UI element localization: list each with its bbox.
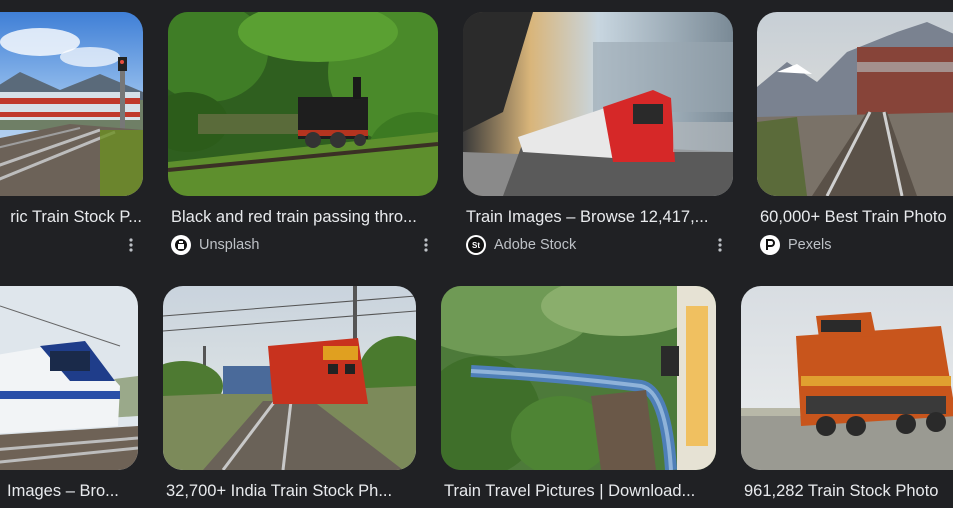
result-image-6[interactable] [163,286,416,470]
adobe-stock-icon: St [466,235,486,255]
result-title-5[interactable]: Images – Bro... [7,481,138,501]
result-image-7[interactable] [441,286,716,470]
result-title-6[interactable]: 32,700+ India Train Stock Ph... [166,481,414,501]
more-vertical-icon [129,238,133,252]
image-results-grid: ric Train Stock P... Black and red train… [0,0,953,508]
more-vertical-icon [424,238,428,252]
result-image-5[interactable] [0,286,138,470]
more-options-button-2[interactable] [416,235,436,255]
result-title-3[interactable]: Train Images – Browse 12,417,... [466,207,728,227]
result-source-4[interactable]: Pexels [760,235,832,255]
result-title-4[interactable]: 60,000+ Best Train Photo [760,207,953,227]
result-title-2[interactable]: Black and red train passing thro... [171,207,437,227]
result-image-3[interactable] [463,12,733,196]
pexels-icon [760,235,780,255]
result-title-8[interactable]: 961,282 Train Stock Photo [744,481,953,501]
result-source-label-4: Pexels [788,237,832,253]
result-source-label-2: Unsplash [199,237,260,253]
more-options-button-3[interactable] [710,235,730,255]
unsplash-icon [171,235,191,255]
result-image-8[interactable] [741,286,953,470]
result-source-2[interactable]: Unsplash [171,235,259,255]
result-image-4[interactable] [757,12,953,196]
more-options-button-1[interactable] [121,235,141,255]
adobe-stock-letters: St [468,237,484,253]
result-source-3[interactable]: St Adobe Stock [466,235,576,255]
result-source-label-3: Adobe Stock [494,237,577,253]
result-image-2[interactable] [168,12,438,196]
more-vertical-icon [718,238,722,252]
result-title-7[interactable]: Train Travel Pictures | Download... [444,481,714,501]
result-image-1[interactable] [0,12,143,196]
result-title-1[interactable]: ric Train Stock P... [0,207,142,227]
